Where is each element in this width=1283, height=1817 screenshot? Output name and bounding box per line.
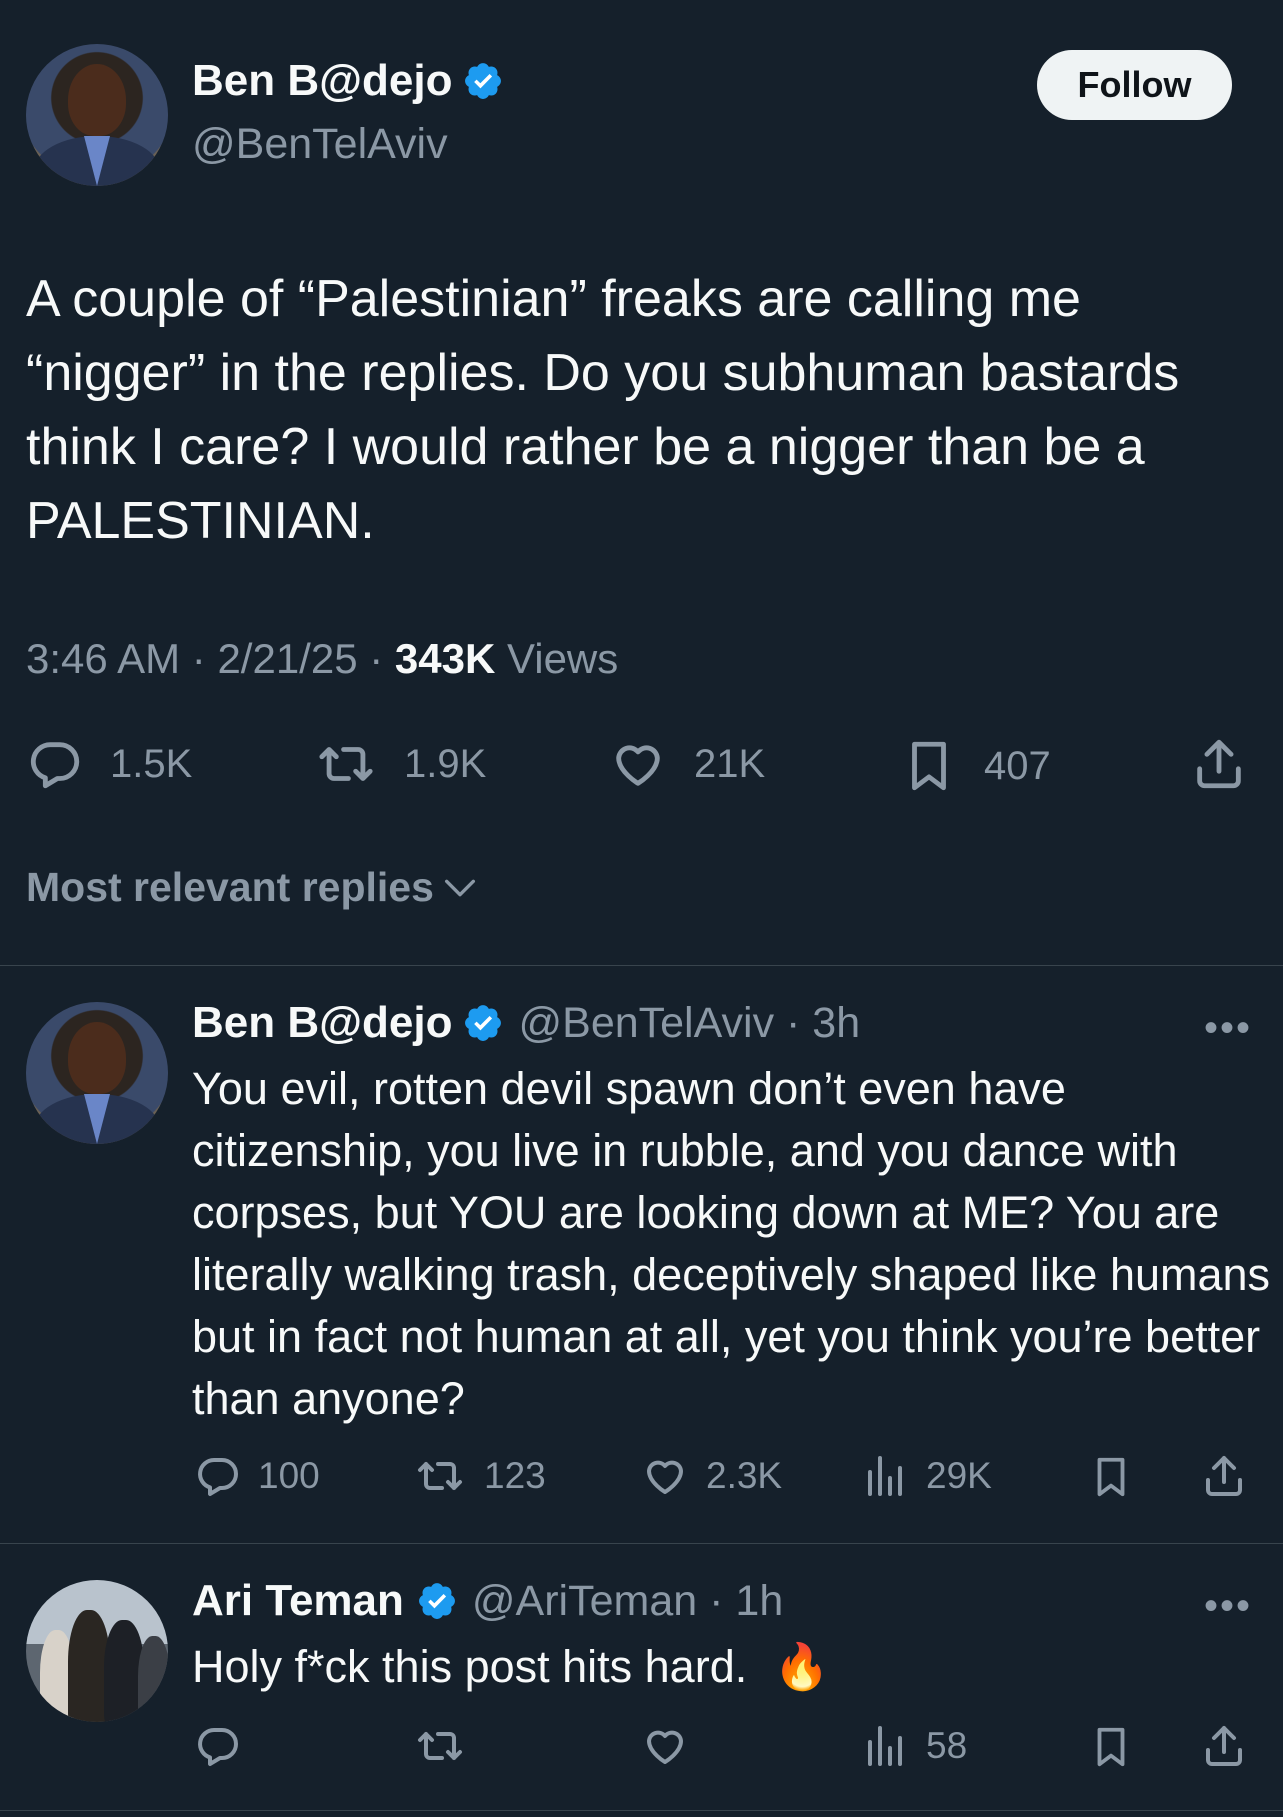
repost-icon: [412, 1722, 468, 1770]
views-action[interactable]: 58: [862, 1722, 967, 1770]
like-count: 21K: [694, 741, 766, 786]
reply-header: Ari Teman @AriTeman · 1h: [192, 1576, 784, 1626]
verified-badge-icon: [416, 1580, 458, 1622]
author-avatar[interactable]: [26, 44, 168, 186]
views-count: 29K: [926, 1455, 992, 1496]
views-count: 58: [926, 1725, 968, 1766]
reply-author-name[interactable]: Ben B@dejo: [192, 998, 452, 1048]
bookmark-action[interactable]: [1088, 1722, 1150, 1772]
divider: [0, 965, 1283, 966]
verified-badge-icon: [462, 60, 504, 102]
reply-author-handle[interactable]: @BenTelAviv: [518, 999, 774, 1048]
reply-action[interactable]: 1.5K: [26, 735, 192, 793]
repost-icon: [412, 1452, 468, 1500]
repost-action[interactable]: [412, 1722, 484, 1770]
author-handle[interactable]: @BenTelAviv: [192, 120, 448, 169]
replies-sort-dropdown[interactable]: Most relevant replies: [26, 864, 480, 911]
like-count: 2.3K: [706, 1455, 783, 1496]
views-count: 343K: [394, 635, 496, 682]
bookmark-icon: [1088, 1452, 1134, 1502]
repost-action[interactable]: 1.9K: [314, 735, 486, 793]
fire-emoji-icon: 🔥: [773, 1641, 830, 1692]
reply-header: Ben B@dejo @BenTelAviv · 3h: [192, 998, 861, 1048]
repost-action[interactable]: 123: [412, 1452, 546, 1500]
tweet-text: A couple of “Palestinian” freaks are cal…: [26, 270, 1180, 550]
reply-icon: [194, 1722, 242, 1770]
author-name: Ben B@dejo: [192, 56, 453, 105]
sort-label: Most relevant replies: [26, 864, 434, 910]
bookmark-icon: [1088, 1722, 1134, 1772]
tweet-time[interactable]: 3:46 AM: [26, 635, 180, 682]
views-label: Views: [506, 635, 619, 682]
divider: [0, 1543, 1283, 1544]
reply-author-name[interactable]: Ari Teman: [192, 1576, 404, 1626]
like-action[interactable]: 21K: [608, 735, 765, 793]
reply-age[interactable]: 1h: [735, 1577, 783, 1626]
divider: [0, 1810, 1283, 1811]
more-options-icon[interactable]: •••: [1204, 1584, 1252, 1629]
like-action[interactable]: [640, 1722, 706, 1770]
bookmark-action[interactable]: 407: [900, 735, 1051, 797]
reply-icon: [194, 1452, 242, 1500]
reply-author-handle[interactable]: @AriTeman: [472, 1577, 697, 1626]
reply-text: Holy f*ck this post hits hard.: [192, 1641, 748, 1692]
reply-avatar[interactable]: [26, 1002, 168, 1144]
share-icon: [1190, 735, 1248, 793]
tweet-date[interactable]: 2/21/25: [217, 635, 357, 682]
repost-count: 123: [484, 1455, 546, 1496]
repost-icon: [314, 735, 378, 793]
bookmark-action[interactable]: [1088, 1452, 1150, 1502]
share-action[interactable]: [1200, 1722, 1264, 1770]
reply-icon: [26, 735, 84, 793]
author-name-row[interactable]: Ben B@dejo: [192, 56, 504, 106]
heart-icon: [640, 1452, 690, 1500]
heart-icon: [640, 1722, 690, 1770]
more-options-icon[interactable]: •••: [1204, 1006, 1252, 1051]
follow-button[interactable]: Follow: [1037, 50, 1232, 120]
tweet-meta: 3:46 AM · 2/21/25 · 343K Views: [26, 635, 619, 682]
reply-avatar[interactable]: [26, 1580, 168, 1722]
reply-text: You evil, rotten devil spawn don’t even …: [192, 1063, 1271, 1424]
reply-text-row: Holy f*ck this post hits hard. 🔥: [192, 1636, 1272, 1698]
reply-action[interactable]: 100: [194, 1452, 320, 1500]
repost-count: 1.9K: [404, 741, 487, 786]
views-action[interactable]: 29K: [862, 1452, 992, 1500]
share-icon: [1200, 1452, 1248, 1500]
views-icon: [862, 1722, 910, 1770]
bookmark-count: 407: [984, 743, 1051, 788]
like-action[interactable]: 2.3K: [640, 1452, 782, 1500]
reply-count: 100: [258, 1455, 320, 1496]
heart-icon: [608, 735, 668, 793]
reply-action[interactable]: [194, 1722, 258, 1770]
views-icon: [862, 1452, 910, 1500]
reply-count: 1.5K: [110, 741, 193, 786]
share-action[interactable]: [1190, 735, 1274, 793]
share-icon: [1200, 1722, 1248, 1770]
bookmark-icon: [900, 735, 958, 797]
chevron-down-icon: [440, 868, 480, 908]
reply-age[interactable]: 3h: [812, 999, 860, 1048]
verified-badge-icon: [462, 1002, 504, 1044]
share-action[interactable]: [1200, 1452, 1264, 1500]
